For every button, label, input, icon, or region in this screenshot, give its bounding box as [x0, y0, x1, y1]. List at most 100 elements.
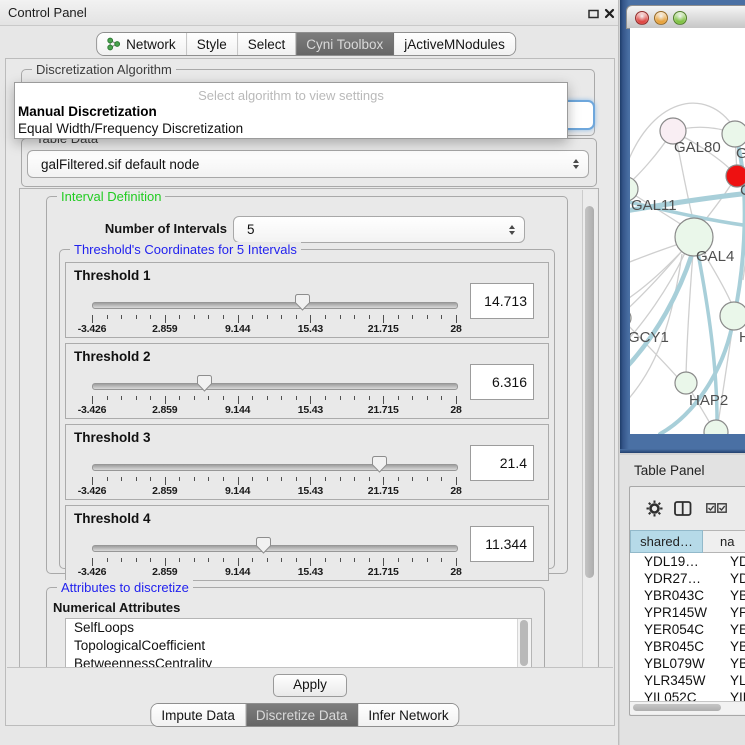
table-cell-name[interactable]: YBL0 — [716, 655, 745, 672]
number-of-intervals-spinner[interactable]: 5 — [233, 216, 525, 243]
slider-track[interactable] — [92, 302, 458, 309]
table-row[interactable]: YLR345WYLR3 — [630, 672, 745, 689]
table-row[interactable]: YDL19…YDL1 — [630, 553, 745, 570]
table-cell-name[interactable]: YIL0 — [716, 689, 745, 701]
attribute-item[interactable]: TopologicalCoefficient — [66, 637, 531, 655]
table-cell-shared[interactable]: YBR043C — [630, 587, 716, 604]
table-cell-name[interactable]: YDR2 — [716, 570, 745, 587]
table-cell-name[interactable]: YER0 — [716, 621, 745, 638]
tick-label: 15.43 — [298, 323, 323, 335]
slider-track[interactable] — [92, 383, 458, 390]
tick-mark — [456, 477, 457, 485]
tab-discretize-data[interactable]: Discretize Data — [246, 704, 359, 726]
table-horizontal-scrollbar[interactable] — [630, 701, 745, 714]
network-node-top-right-node[interactable] — [722, 121, 745, 147]
table-data-combobox[interactable]: galFiltered.sif default node — [27, 150, 589, 178]
zoom-traffic-light[interactable] — [673, 11, 687, 25]
table-row[interactable]: YBR045CYBR0 — [630, 638, 745, 655]
checkboxes-icon[interactable] — [706, 503, 727, 513]
apply-button[interactable]: Apply — [273, 674, 347, 697]
attributes-list-scrollbar[interactable] — [517, 619, 531, 669]
slider-track[interactable] — [92, 545, 458, 552]
gear-icon[interactable] — [646, 500, 663, 522]
algorithm-hint-option[interactable]: Select algorithm to view settings — [15, 88, 567, 103]
tab-style[interactable]: Style — [187, 33, 238, 55]
slider-thumb[interactable] — [256, 537, 271, 554]
slider[interactable] — [92, 536, 456, 558]
table-cell-name[interactable]: YBR0 — [716, 587, 745, 604]
table-cell-shared[interactable]: YPR145W — [630, 604, 716, 621]
table-cell-shared[interactable]: YBR045C — [630, 638, 716, 655]
tab-infer-network[interactable]: Infer Network — [358, 704, 458, 726]
column-header-name[interactable]: na — [703, 530, 745, 553]
tick-mark — [107, 558, 108, 562]
table-cell-shared[interactable]: YLR345W — [630, 672, 716, 689]
tick-mark — [136, 477, 137, 481]
tick-mark — [194, 396, 195, 400]
numerical-attributes-list[interactable]: SelfLoopsTopologicalCoefficientBetweenne… — [65, 618, 532, 670]
table-cell-shared[interactable]: YIL052C — [630, 689, 716, 701]
tick-mark — [354, 315, 355, 319]
threshold-panel: Threshold 2-3.4262.8599.14415.4321.71528… — [65, 343, 549, 419]
settings-vertical-scrollbar[interactable] — [582, 190, 597, 668]
table-row[interactable]: YDR27…YDR2 — [630, 570, 745, 587]
tick-mark — [296, 396, 297, 400]
network-node-right-node[interactable] — [720, 302, 745, 330]
slider-thumb[interactable] — [295, 294, 310, 311]
tick-mark — [150, 477, 151, 481]
table-cell-shared[interactable]: YDL19… — [630, 553, 716, 570]
tab-impute-data[interactable]: Impute Data — [151, 704, 246, 726]
table-cell-shared[interactable]: YDR27… — [630, 570, 716, 587]
close-window-icon[interactable] — [604, 6, 615, 24]
tick-mark — [238, 396, 239, 404]
threshold-panel: Threshold 4-3.4262.8599.14415.4321.71528… — [65, 505, 549, 581]
attributes-list-scrollbar-thumb[interactable] — [520, 620, 528, 666]
threshold-value-field[interactable]: 11.344 — [470, 526, 534, 562]
slider-thumb[interactable] — [372, 456, 387, 473]
tick-mark — [369, 315, 370, 319]
minimize-traffic-light[interactable] — [654, 11, 668, 25]
tick-mark — [383, 477, 384, 485]
tab-select[interactable]: Select — [238, 33, 297, 55]
table-row[interactable]: YBL079WYBL0 — [630, 655, 745, 672]
table-cell-name[interactable]: YBR0 — [716, 638, 745, 655]
tab-jactivemnodules[interactable]: jActiveMNodules — [394, 33, 515, 55]
tab-network[interactable]: Network — [97, 33, 187, 55]
tick-mark — [412, 558, 413, 562]
algorithm-dropdown-popup: Select algorithm to view settings Manual… — [14, 82, 568, 139]
tab-cyni-toolbox[interactable]: Cyni Toolbox — [296, 33, 394, 55]
option-manual-discretization[interactable]: Manual Discretization — [18, 104, 157, 119]
slider-track[interactable] — [92, 464, 458, 471]
table-row[interactable]: YBR043CYBR0 — [630, 587, 745, 604]
tab-infer-network-label: Infer Network — [368, 708, 448, 723]
attribute-item[interactable]: SelfLoops — [66, 619, 531, 637]
columns-icon[interactable] — [674, 501, 692, 521]
table-cell-shared[interactable]: YBL079W — [630, 655, 716, 672]
slider[interactable] — [92, 374, 456, 396]
float-window-icon[interactable] — [588, 6, 599, 24]
threshold-value-field[interactable]: 14.713 — [470, 283, 534, 319]
network-node-bottom-node[interactable] — [704, 420, 728, 434]
table-row[interactable]: YER054CYER0 — [630, 621, 745, 638]
network-node-gcy1-node[interactable] — [630, 309, 631, 327]
tick-mark — [456, 396, 457, 404]
threshold-value-field[interactable]: 6.316 — [470, 364, 534, 400]
threshold-panel: Threshold 1-3.4262.8599.14415.4321.71528… — [65, 262, 549, 338]
network-node-hap2-node[interactable] — [675, 372, 697, 394]
slider-thumb[interactable] — [197, 375, 212, 392]
settings-vertical-scrollbar-thumb[interactable] — [585, 206, 594, 578]
column-header-shared[interactable]: shared… — [630, 530, 703, 553]
close-traffic-light[interactable] — [635, 11, 649, 25]
table-cell-name[interactable]: YDL1 — [716, 553, 745, 570]
table-horizontal-scrollbar-thumb[interactable] — [633, 704, 721, 711]
table-cell-shared[interactable]: YER054C — [630, 621, 716, 638]
table-cell-name[interactable]: YLR3 — [716, 672, 745, 689]
table-row[interactable]: YIL052CYIL0 — [630, 689, 745, 701]
table-cell-name[interactable]: YPR1 — [716, 604, 745, 621]
slider[interactable] — [92, 293, 456, 315]
table-row[interactable]: YPR145WYPR1 — [630, 604, 745, 621]
slider[interactable] — [92, 455, 456, 477]
option-equal-width-frequency[interactable]: Equal Width/Frequency Discretization — [18, 121, 243, 136]
network-canvas[interactable]: GAL80GCGAL11GAL4GCY1HHAP2 — [630, 28, 745, 434]
threshold-value-field[interactable]: 21.4 — [470, 445, 534, 481]
